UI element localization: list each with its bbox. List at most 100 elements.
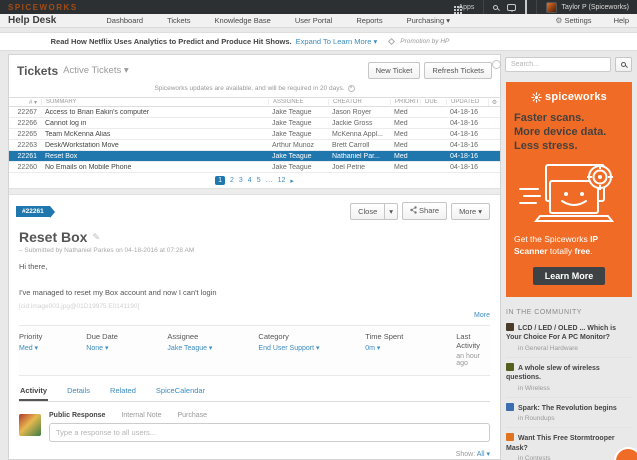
community-item[interactable]: A whole slew of wireless questions. in W… <box>506 358 632 398</box>
table-settings-gear-icon[interactable]: ⚙ <box>488 99 500 106</box>
contests-topic-icon <box>506 433 514 441</box>
community-header: IN THE COMMUNITY <box>506 309 632 316</box>
col-header-id[interactable]: # ▾ <box>9 99 41 106</box>
ticket-creator: Joel Petrie <box>328 164 390 171</box>
settings-link[interactable]: ⚙ Settings <box>555 16 591 25</box>
tab-activity[interactable]: Activity <box>19 386 48 401</box>
ticket-summary: Cannot log in <box>41 120 268 127</box>
page-5[interactable]: 5 <box>257 177 261 184</box>
ticket-creator: Jackie Gross <box>328 120 390 127</box>
table-row-selected[interactable]: 22261 Reset Box Jake Teague Nathaniel Pa… <box>9 151 500 162</box>
messages-icon[interactable] <box>507 4 516 11</box>
community-item-title[interactable]: A whole slew of wireless questions. <box>506 365 600 381</box>
search-icon[interactable] <box>493 5 498 10</box>
tab-spicecalendar[interactable]: SpiceCalendar <box>155 386 206 401</box>
edit-title-pencil-icon[interactable]: ✎ <box>92 232 100 243</box>
nav-item-user-portal[interactable]: User Portal <box>295 16 333 25</box>
page-4[interactable]: 4 <box>248 177 252 184</box>
ticket-id: 22260 <box>9 164 41 171</box>
subtab-internal-note[interactable]: Internal Note <box>121 412 161 419</box>
nav-item-reports[interactable]: Reports <box>356 16 382 25</box>
help-link[interactable]: Help <box>614 16 629 25</box>
ticket-priority: Med <box>390 142 420 149</box>
learn-more-button[interactable]: Learn More <box>533 267 606 285</box>
page-2[interactable]: 2 <box>230 177 234 184</box>
col-header-assignee[interactable]: ASSIGNEE <box>268 99 328 105</box>
nav-item-knowledge-base[interactable]: Knowledge Base <box>215 16 271 25</box>
col-header-priority[interactable]: PRIORITY <box>390 99 420 105</box>
expand-body-more-link[interactable]: More <box>474 312 490 319</box>
last-activity-label: Last Activity <box>456 332 480 350</box>
new-ticket-button[interactable]: New Ticket <box>368 62 421 79</box>
ticket-id: 22265 <box>9 131 41 138</box>
dismiss-notice-icon[interactable]: × <box>348 85 355 92</box>
close-dropdown-caret[interactable]: ▾ <box>385 203 398 220</box>
ticket-id: 22267 <box>9 109 41 116</box>
ticket-summary: Reset Box <box>41 153 268 160</box>
more-button[interactable]: More ▾ <box>451 203 490 220</box>
priority-value-dropdown[interactable]: Med ▾ <box>19 344 76 352</box>
table-row[interactable]: 22265 Team McKenna Alias Jake Teague McK… <box>9 129 500 140</box>
community-item-title[interactable]: Want This Free Stormtrooper Mask? <box>506 435 615 451</box>
due-date-value-dropdown[interactable]: None ▾ <box>86 344 157 352</box>
category-value-dropdown[interactable]: End User Support ▾ <box>258 344 355 352</box>
community-item[interactable]: LCD / LED / OLED ... Which is Your Choic… <box>506 318 632 358</box>
ticket-filter-dropdown[interactable]: Active Tickets ▾ <box>63 65 128 76</box>
table-row[interactable]: 22263 Desk/Workstation Move Arthur Munoz… <box>9 140 500 151</box>
share-button[interactable]: Share <box>402 202 447 220</box>
ticket-priority: Med <box>390 131 420 138</box>
community-item[interactable]: Spark: The Revolution begins in Roundups <box>506 398 632 428</box>
community-item-category: in Roundups <box>518 415 632 422</box>
last-activity-value: an hour ago <box>456 353 480 367</box>
table-row[interactable]: 22260 No Emails on Mobile Phone Jake Tea… <box>9 162 500 173</box>
ticket-id: 22266 <box>9 120 41 127</box>
apps-menu[interactable]: Apps <box>454 4 474 11</box>
search-input[interactable] <box>505 57 611 72</box>
ticket-creator: McKenna Appl... <box>328 131 390 138</box>
spiceworks-help-desk-screen: spiceworks Apps Taylor P (Spiceworks) He… <box>0 0 637 460</box>
close-ticket-button[interactable]: Close <box>350 203 385 220</box>
next-page-icon[interactable]: ▸ <box>290 177 294 185</box>
search-submit-button[interactable] <box>615 57 632 72</box>
ad-scanner-illustration <box>516 163 622 225</box>
table-row[interactable]: 22266 Cannot log in Jake Teague Jackie G… <box>9 118 500 129</box>
ticket-creator: Nathaniel Par... <box>328 153 390 160</box>
apps-grid-icon <box>454 6 456 8</box>
col-header-updated[interactable]: UPDATED <box>446 99 488 105</box>
search-icon <box>621 62 626 67</box>
page-3[interactable]: 3 <box>239 177 243 184</box>
page-12[interactable]: 12 <box>278 177 286 184</box>
community-item-title[interactable]: Spark: The Revolution begins <box>518 405 617 412</box>
tab-details[interactable]: Details <box>66 386 91 401</box>
community-item-title[interactable]: LCD / LED / OLED ... Which is Your Choic… <box>506 325 616 341</box>
ticket-title: Reset Box <box>19 229 87 245</box>
subtab-purchase[interactable]: Purchase <box>178 412 208 419</box>
show-filter-dropdown[interactable]: All ▾ <box>477 451 490 458</box>
table-row[interactable]: 22267 Access to Brian Eakin's computer J… <box>9 107 500 118</box>
gear-icon: ⚙ <box>555 16 562 25</box>
page-1[interactable]: 1 <box>215 176 225 185</box>
response-input[interactable] <box>49 423 490 442</box>
subtab-public-response[interactable]: Public Response <box>49 412 105 419</box>
ticket-priority: Med <box>390 153 420 160</box>
col-header-summary[interactable]: SUMMARY <box>41 99 268 105</box>
nav-item-tickets[interactable]: Tickets <box>167 16 190 25</box>
user-menu[interactable]: Taylor P (Spiceworks) <box>546 2 629 13</box>
priority-label: Priority <box>19 332 76 341</box>
tab-related[interactable]: Related <box>109 386 137 401</box>
nav-item-dashboard[interactable]: Dashboard <box>106 16 143 25</box>
assignee-label: Assignee <box>167 332 248 341</box>
banner-expand-link[interactable]: Expand To Learn More ▾ <box>296 37 378 46</box>
community-item[interactable]: Want This Free Stormtrooper Mask? in Con… <box>506 428 632 460</box>
current-user-avatar <box>19 414 41 436</box>
nav-item-purchasing[interactable]: Purchasing ▾ <box>407 16 450 25</box>
spiceworks-ad[interactable]: spiceworks Faster scans. More device dat… <box>506 82 632 297</box>
col-header-creator[interactable]: CREATOR <box>328 99 390 105</box>
ticket-assignee: Jake Teague <box>268 120 328 127</box>
spiceworks-mark-icon <box>531 92 542 103</box>
close-split-button: Close ▾ <box>350 203 398 220</box>
assignee-value-dropdown[interactable]: Jake Teague ▾ <box>167 344 248 352</box>
time-spent-value-dropdown[interactable]: 0m ▾ <box>365 344 446 352</box>
col-header-due[interactable]: DUE <box>420 99 446 105</box>
refresh-tickets-button[interactable]: Refresh Tickets <box>424 62 492 79</box>
